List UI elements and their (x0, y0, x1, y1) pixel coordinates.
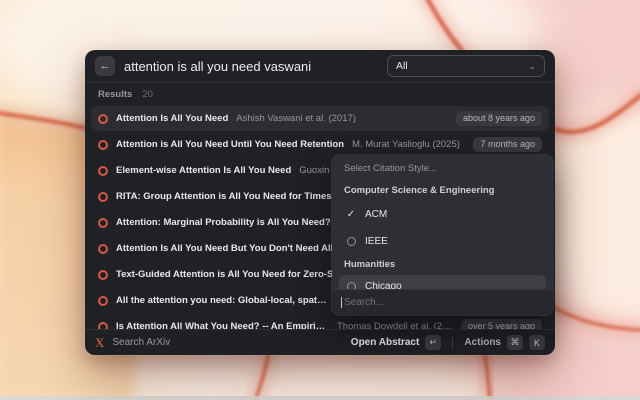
results-count: 20 (142, 89, 153, 100)
result-title: Attention Is All You Need (116, 113, 228, 124)
result-time-badge: about 8 years ago (456, 111, 542, 126)
result-row[interactable]: Attention Is All You Need Ashish Vaswani… (91, 106, 549, 131)
k-key-badge: K (529, 335, 545, 350)
arxiv-ring-icon (98, 244, 108, 254)
results-section-header: Results 20 (85, 83, 555, 106)
arxiv-ring-icon (98, 166, 108, 176)
result-title: Attention is All You Need Until You Need… (116, 139, 344, 150)
open-abstract-label: Open Abstract (351, 337, 420, 348)
menu-section-cs-engineering: Computer Science & Engineering (344, 185, 541, 196)
open-abstract-button[interactable]: Open Abstract ↵ (351, 335, 442, 350)
radio-circle-icon (345, 282, 357, 290)
arxiv-ring-icon (98, 218, 108, 228)
result-title: Is Attention All What You Need? -- An Em… (116, 321, 329, 329)
arxiv-ring-icon (98, 270, 108, 280)
chevron-down-icon: ⌄ (528, 62, 536, 71)
result-author: Ashish Vaswani et al. (2017) (236, 113, 356, 124)
result-title: All the attention you need: Global-local… (116, 295, 329, 306)
menu-search-input[interactable]: Search... (332, 289, 553, 315)
menu-option-chicago[interactable]: Chicago (339, 275, 546, 289)
arxiv-ring-icon (98, 296, 108, 306)
menu-option-label: Chicago (365, 281, 402, 290)
arxiv-ring-icon (98, 140, 108, 150)
menu-option-label: IEEE (365, 236, 388, 247)
result-author: M. Murat Yaslioglu (2025) (352, 139, 460, 150)
menu-search-placeholder: Search... (344, 297, 384, 308)
arxiv-ring-icon (98, 322, 108, 330)
desktop: ← attention is all you need vaswani All … (0, 0, 640, 400)
results-label: Results (98, 89, 132, 100)
menu-section-humanities: Humanities (344, 259, 541, 270)
extension-name-label: Search ArXiv (112, 337, 170, 348)
filter-dropdown[interactable]: All ⌄ (387, 55, 545, 77)
result-row[interactable]: Attention is All You Need Until You Need… (91, 132, 549, 157)
result-time-badge: 7 months ago (473, 137, 542, 152)
arxiv-ring-icon (98, 114, 108, 124)
result-title: Attention: Marginal Probability is All Y… (116, 217, 331, 228)
arxiv-x-icon: X (95, 335, 104, 351)
actions-button[interactable]: Actions ⌘ K (464, 335, 545, 350)
menu-option-ieee[interactable]: IEEE (339, 230, 546, 252)
footer-divider (452, 337, 453, 349)
arrow-left-icon: ← (100, 60, 111, 72)
result-author: Thomas Dowdell et al. (2019) (337, 321, 453, 329)
action-bar: X Search ArXiv Open Abstract ↵ Actions ⌘… (85, 329, 555, 355)
back-button[interactable]: ← (95, 56, 115, 76)
result-row[interactable]: Is Attention All What You Need? -- An Em… (91, 314, 549, 329)
actions-label: Actions (464, 337, 501, 348)
text-caret (341, 297, 342, 308)
arxiv-ring-icon (98, 192, 108, 202)
search-header: ← attention is all you need vaswani All … (85, 50, 555, 83)
radio-circle-icon (345, 237, 357, 246)
menu-title: Select Citation Style... (344, 163, 541, 175)
filter-value: All (396, 60, 408, 72)
menu-option-label: ACM (365, 209, 387, 220)
menu-option-acm[interactable]: ✓ ACM (339, 203, 546, 225)
command-key-badge: ⌘ (507, 335, 523, 350)
citation-style-menu: Select Citation Style... Computer Scienc… (332, 155, 553, 315)
search-query-input[interactable]: attention is all you need vaswani (124, 59, 311, 74)
return-key-badge: ↵ (425, 335, 441, 350)
result-time-badge: over 5 years ago (461, 319, 542, 329)
check-icon: ✓ (345, 209, 357, 220)
citation-style-list: Select Citation Style... Computer Scienc… (332, 155, 553, 289)
result-title: Element-wise Attention Is All You Need (116, 165, 291, 176)
